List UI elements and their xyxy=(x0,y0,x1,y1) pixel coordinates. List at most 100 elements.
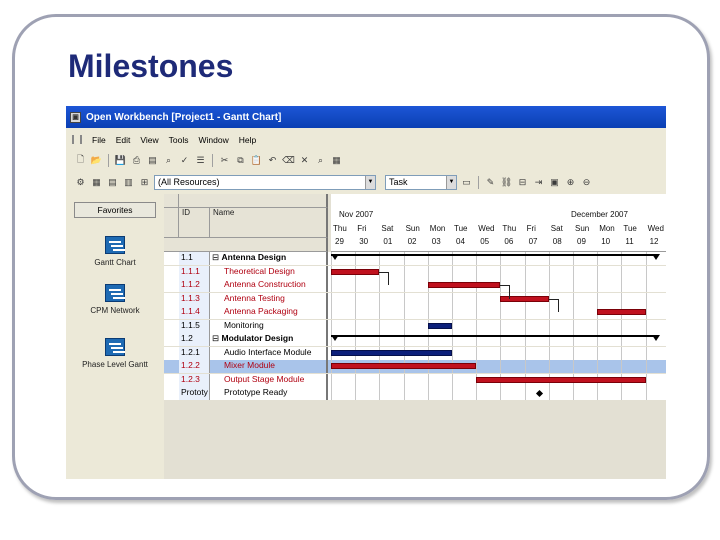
task-name-cell[interactable]: Output Stage Module xyxy=(210,373,328,387)
toolbar-separator xyxy=(212,153,213,167)
task-id-cell[interactable]: 1.2.1 xyxy=(179,346,210,360)
sidebar-item-cpm-network[interactable]: CPM Network xyxy=(66,284,164,315)
day-gridline xyxy=(548,319,550,333)
undo-icon[interactable]: ↶ xyxy=(266,154,279,167)
gantt-cell xyxy=(331,306,666,319)
print-preview-icon[interactable]: ▤ xyxy=(146,154,159,167)
task-name-cell[interactable]: Antenna Testing xyxy=(210,292,328,306)
menu-tools[interactable]: Tools xyxy=(169,135,189,145)
calendar-icon[interactable]: ▤ xyxy=(106,176,119,189)
unlink-icon[interactable]: ⊟ xyxy=(516,176,529,189)
task-row[interactable]: 1.1.2 Antenna Construction xyxy=(164,279,666,292)
column-header-name[interactable]: Name xyxy=(210,208,328,238)
resources-combo[interactable]: (All Resources) ▼ xyxy=(154,174,376,190)
task-row[interactable]: 1.1.3 Antenna Testing xyxy=(164,292,666,306)
chevron-down-icon[interactable]: ▼ xyxy=(365,175,375,189)
clear-icon[interactable]: ⌫ xyxy=(282,154,295,167)
task-name-cell[interactable]: Antenna Packaging xyxy=(210,306,328,319)
task-bar[interactable] xyxy=(331,349,452,356)
column-header-id[interactable]: ID xyxy=(179,208,210,238)
phase-bar[interactable] xyxy=(331,254,656,256)
task-name-text: Antenna Design xyxy=(221,252,287,262)
notes-icon[interactable]: ▣ xyxy=(548,176,561,189)
task-row[interactable]: 1.1.5 Monitoring xyxy=(164,319,666,333)
menu-edit[interactable]: Edit xyxy=(116,135,131,145)
open-icon[interactable]: 📂 xyxy=(90,154,103,167)
task-row[interactable]: 1.1 ⊟ Antenna Design xyxy=(164,252,666,265)
save-icon[interactable]: 💾 xyxy=(114,154,127,167)
chart-icon[interactable]: ▥ xyxy=(122,176,135,189)
task-name-cell[interactable]: Monitoring xyxy=(210,319,328,333)
task-name-cell[interactable]: ⊟ Antenna Design xyxy=(210,252,328,265)
menu-window[interactable]: Window xyxy=(198,135,228,145)
task-id-cell[interactable]: 1.1.3 xyxy=(179,292,210,306)
task-id-cell[interactable]: 1.1 xyxy=(179,252,210,265)
task-bar[interactable] xyxy=(427,322,452,329)
task-name-cell[interactable]: Theoretical Design xyxy=(210,265,328,279)
task-row[interactable]: 1.1.4 Antenna Packaging xyxy=(164,306,666,319)
phase-bar[interactable] xyxy=(331,335,656,337)
toggle-icon[interactable]: ▭ xyxy=(460,176,473,189)
sidebar-item-gantt-chart[interactable]: Gantt Chart xyxy=(66,236,164,267)
favorites-button[interactable]: Favorites xyxy=(74,202,156,218)
milestone-diamond[interactable] xyxy=(535,389,543,398)
task-id-cell[interactable]: 1.2 xyxy=(179,333,210,346)
task-row[interactable]: 1.1.1 Theoretical Design xyxy=(164,265,666,279)
print-icon[interactable]: ⎙ xyxy=(130,154,143,167)
zoom-out-icon[interactable]: ⊖ xyxy=(580,176,593,189)
window-titlebar[interactable]: ▣ Open Workbench [Project1 - Gantt Chart… xyxy=(66,106,666,128)
task-bar[interactable] xyxy=(427,282,501,288)
grid-icon[interactable]: ▦ xyxy=(330,154,343,167)
outline-icon[interactable]: ☰ xyxy=(194,154,207,167)
menu-view[interactable]: View xyxy=(140,135,158,145)
paste-icon[interactable]: 📋 xyxy=(250,154,263,167)
zoom-in-icon[interactable]: ⊕ xyxy=(564,176,577,189)
task-name-cell[interactable]: Audio Interface Module xyxy=(210,346,328,360)
indent-icon[interactable]: ⇥ xyxy=(532,176,545,189)
task-name-cell[interactable]: ⊟ Modulator Design xyxy=(210,333,328,346)
task-row[interactable]: 1.2.1 Audio Interface Module xyxy=(164,346,666,360)
copy-icon[interactable]: ⧉ xyxy=(234,154,247,167)
find-icon[interactable]: ⌕ xyxy=(162,154,175,167)
task-bar[interactable] xyxy=(331,363,477,369)
menu-help[interactable]: Help xyxy=(239,135,256,145)
task-id-cell[interactable]: 1.1.4 xyxy=(179,306,210,319)
task-id-cell[interactable]: 1.1.1 xyxy=(179,265,210,279)
chevron-down-icon[interactable]: ▼ xyxy=(446,175,456,189)
spell-icon[interactable]: ✓ xyxy=(178,154,191,167)
day-gridline xyxy=(500,346,502,360)
task-id-cell[interactable]: 1.1.2 xyxy=(179,279,210,292)
gantt-cell xyxy=(331,319,666,333)
task-id-cell[interactable]: 1.2.2 xyxy=(179,360,210,373)
new-icon[interactable]: 🗋 xyxy=(74,154,87,167)
task-bar[interactable] xyxy=(331,268,380,275)
task-id-cell[interactable]: Prototy xyxy=(179,387,210,400)
task-bar[interactable] xyxy=(597,309,646,315)
task-id-cell[interactable]: 1.2.3 xyxy=(179,373,210,387)
day-gridline xyxy=(524,387,526,400)
table-icon[interactable]: ▦ xyxy=(90,176,103,189)
day-date-label: 04 xyxy=(456,237,465,246)
day-gridline xyxy=(379,292,381,306)
menu-file[interactable]: File xyxy=(92,135,106,145)
filter-icon[interactable]: ⚙ xyxy=(74,176,87,189)
cut-icon[interactable]: ✂ xyxy=(218,154,231,167)
task-name-cell[interactable]: Prototype Ready xyxy=(210,387,328,400)
task-bar[interactable] xyxy=(476,376,646,383)
resource-icon[interactable]: ⊞ xyxy=(138,176,151,189)
task-name-cell[interactable]: Mixer Module xyxy=(210,360,328,373)
link-icon[interactable]: ⛓ xyxy=(500,176,513,189)
task-id-cell[interactable]: 1.1.5 xyxy=(179,319,210,333)
task-row[interactable]: 1.2.3 Output Stage Module xyxy=(164,373,666,387)
task-combo[interactable]: Task ▼ xyxy=(385,174,457,190)
task-name-cell[interactable]: Antenna Construction xyxy=(210,279,328,292)
task-row[interactable]: Prototy Prototype Ready xyxy=(164,387,666,400)
day-date-label: 30 xyxy=(359,237,369,246)
binoculars-icon[interactable]: ⌕ xyxy=(314,154,327,167)
task-row[interactable]: 1.2.2 Mixer Module xyxy=(164,360,666,373)
edit-icon[interactable]: ✎ xyxy=(484,176,497,189)
delete-icon[interactable]: ✕ xyxy=(298,154,311,167)
sidebar-item-phase-level-gantt[interactable]: Phase Level Gantt xyxy=(66,338,164,369)
favorites-sidebar: Favorites Gantt Chart CPM Network Phase … xyxy=(66,194,164,479)
task-row[interactable]: 1.2 ⊟ Modulator Design xyxy=(164,333,666,346)
